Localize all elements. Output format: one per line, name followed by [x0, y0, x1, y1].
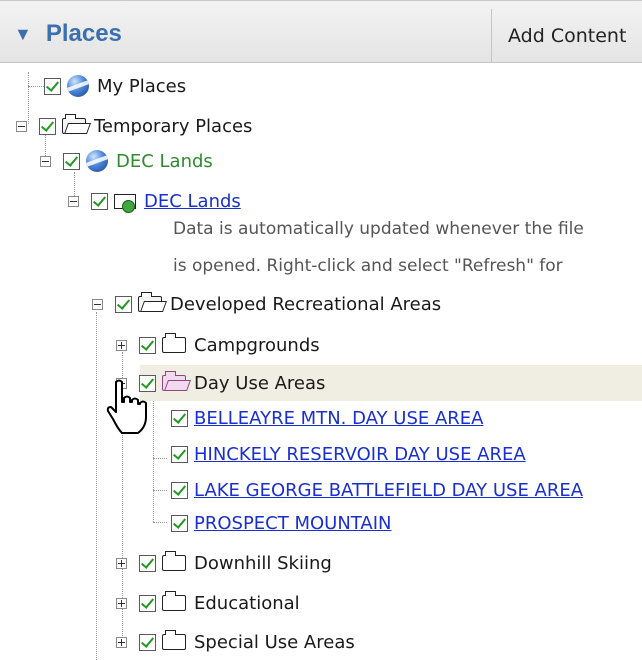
collapse-icon[interactable] [92, 298, 103, 310]
places-toggle[interactable]: ▼ Places [14, 19, 122, 49]
tree-line [153, 458, 167, 459]
collapse-icon[interactable] [68, 195, 79, 207]
earth-icon [67, 75, 89, 97]
checkbox[interactable] [115, 295, 132, 313]
tree-item-special-use-areas[interactable]: Special Use Areas [116, 629, 355, 655]
folder-icon [162, 551, 186, 571]
checkbox[interactable] [44, 77, 61, 95]
link-description-line: Data is automatically updated whenever t… [173, 219, 584, 239]
tree-item-temporary-places[interactable]: Temporary Places [16, 113, 252, 139]
tree-item-developed-areas[interactable]: Developed Recreational Areas [92, 291, 441, 317]
expand-icon[interactable] [116, 339, 127, 351]
collapse-icon[interactable] [40, 155, 51, 167]
tree-item-downhill-skiing[interactable]: Downhill Skiing [116, 550, 332, 576]
folder-icon [162, 333, 186, 353]
tree-line [28, 86, 44, 87]
tree-line [153, 490, 167, 491]
tree-item-placemark[interactable]: LAKE GEORGE BATTLEFIELD DAY USE AREA [171, 477, 583, 503]
checkbox[interactable] [91, 192, 108, 210]
tree-item-label: DEC Lands [116, 150, 213, 172]
tree-item-placemark[interactable]: BELLEAYRE MTN. DAY USE AREA [171, 405, 483, 431]
places-title: Places [45, 20, 122, 47]
checkbox[interactable] [171, 445, 188, 463]
tree-item-label: Developed Recreational Areas [170, 293, 442, 315]
folder-icon [162, 630, 186, 650]
placemark-link[interactable]: BELLEAYRE MTN. DAY USE AREA [194, 408, 483, 429]
checkbox[interactable] [39, 117, 56, 135]
tree-item-campgrounds[interactable]: Campgrounds [116, 332, 320, 358]
placemark-link[interactable]: PROSPECT MOUNTAIN [194, 513, 392, 534]
placemark-link[interactable]: LAKE GEORGE BATTLEFIELD DAY USE AREA [194, 480, 583, 501]
expand-icon[interactable] [116, 557, 127, 569]
checkbox[interactable] [171, 514, 188, 532]
collapse-icon[interactable] [16, 120, 27, 132]
tree-line [153, 522, 167, 523]
checkbox[interactable] [139, 633, 156, 651]
tree-item-dec-lands-link[interactable]: DEC Lands [68, 188, 241, 214]
earth-icon [86, 150, 108, 172]
tree-item-placemark[interactable]: PROSPECT MOUNTAIN [171, 510, 392, 536]
network-link-icon [114, 190, 138, 213]
tree-item-label: Special Use Areas [194, 631, 355, 653]
tree-item-label: Educational [194, 592, 300, 614]
link-description-line: is opened. Right-click and select "Refre… [173, 256, 563, 276]
checkbox[interactable] [63, 152, 80, 170]
tree-item-dec-lands-file[interactable]: DEC Lands [40, 148, 213, 174]
checkbox[interactable] [139, 554, 156, 572]
dec-lands-link[interactable]: DEC Lands [144, 191, 241, 212]
tree-item-educational[interactable]: Educational [116, 590, 300, 616]
checkbox[interactable] [171, 409, 188, 427]
placemark-link[interactable]: HINCKELY RESERVOIR DAY USE AREA [194, 444, 526, 465]
open-folder-icon [162, 371, 186, 391]
tree-item-placemark[interactable]: HINCKELY RESERVOIR DAY USE AREA [171, 441, 526, 467]
add-content-button[interactable]: Add Content [491, 9, 642, 63]
checkbox[interactable] [171, 481, 188, 499]
tree-item-label: Campgrounds [194, 334, 320, 356]
collapse-triangle-icon[interactable]: ▼ [14, 24, 32, 45]
tree-item-my-places[interactable]: My Places [44, 73, 186, 99]
checkbox[interactable] [139, 594, 156, 612]
hand-cursor-icon [106, 379, 147, 434]
tree-item-label: Temporary Places [94, 115, 253, 137]
tree-item-label: Day Use Areas [194, 372, 326, 394]
tree-item-label: Downhill Skiing [194, 552, 332, 574]
expand-icon[interactable] [116, 636, 127, 648]
tree-item-label: My Places [97, 75, 187, 97]
checkbox[interactable] [139, 336, 156, 354]
tree-line [96, 312, 97, 660]
open-folder-icon [62, 114, 86, 134]
places-panel-header: ▼ Places Add Content [0, 0, 642, 63]
open-folder-icon [138, 292, 162, 312]
expand-icon[interactable] [116, 597, 127, 609]
folder-icon [162, 591, 186, 611]
